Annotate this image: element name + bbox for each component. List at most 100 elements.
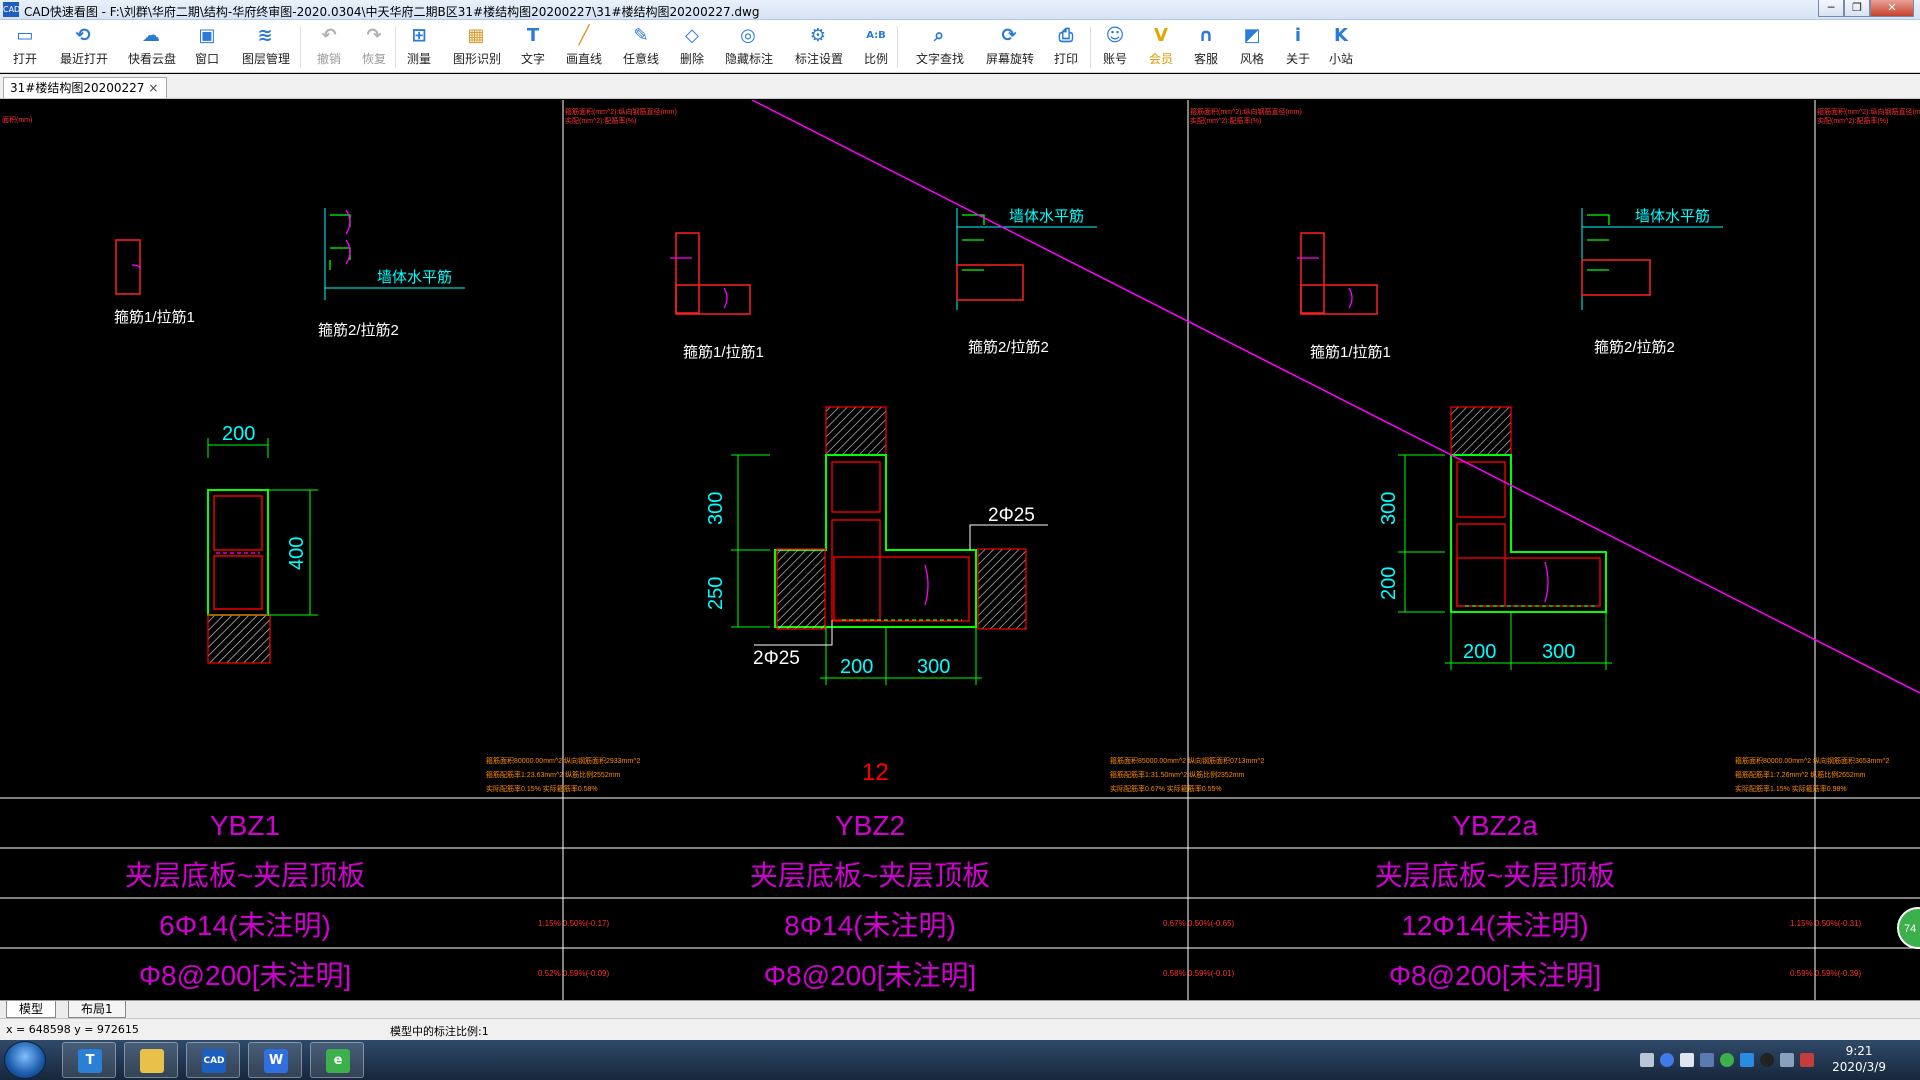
pencil-icon: ✎ <box>633 25 649 46</box>
wall-hatch <box>825 406 887 456</box>
column-note: 箍筋配筋率1:31.50mm^2 纵筋比例2352mm <box>1110 770 1245 779</box>
detail-number: 12 <box>862 759 889 786</box>
eye-hide-icon: ◎ <box>740 25 756 46</box>
column-note: 实际配筋率0.15% 实际箍筋率0.58% <box>486 784 598 793</box>
toolbar-account-label: 账号 <box>1102 52 1127 66</box>
toolbar-scale-button[interactable]: A:B 比例 <box>853 26 899 72</box>
toolbar-site-button[interactable]: K 小站 <box>1318 26 1364 72</box>
status-bar: x = 648598 y = 972615 模型中的标注比例:1 <box>0 1018 1920 1040</box>
drawn-line <box>751 100 1920 694</box>
close-button[interactable]: ✕ <box>1870 0 1914 17</box>
toolbar-window-label: 窗口 <box>194 52 219 66</box>
ratio-text: 0.52% 0.59%(-0.09) <box>538 969 609 978</box>
user-icon: ☺ <box>1105 25 1125 46</box>
taskbar-wps-app[interactable]: W <box>248 1042 302 1078</box>
dim-text: 200 <box>840 656 873 678</box>
ratio-text: 0.58% 0.59%(-0.01) <box>1163 969 1234 978</box>
maximize-button[interactable]: ❐ <box>1844 0 1870 17</box>
toolbar-layers-button[interactable]: ≋ 图层管理 <box>242 25 290 72</box>
dim-text: 300 <box>705 492 727 525</box>
column-note: 箍筋面积80000.00mm^2 纵向钢筋面积2933mm^2 <box>486 756 640 765</box>
keyboard-icon[interactable] <box>1640 1053 1654 1067</box>
layers-icon: ≋ <box>257 25 273 46</box>
toolbar-redo-button[interactable]: ↷ 恢复 <box>351 26 397 72</box>
toolbar-rotate-label: 屏幕旋转 <box>986 52 1035 66</box>
toolbar-undo-button[interactable]: ↶ 撤销 <box>306 26 352 72</box>
toolbar-textsearch-button[interactable]: ⌕ 文字查找 <box>916 26 965 72</box>
mark-settings-icon: ⚙ <box>809 25 827 46</box>
windows-taskbar: T CAD We 9:21 2020/3/9 <box>0 1040 1920 1080</box>
stirrup-icon <box>115 239 141 295</box>
toolbar-window-button[interactable]: ▣ 窗口 <box>184 26 230 72</box>
header-note: 实配(mm^2):配筋率(%) <box>1817 116 1888 125</box>
toolbar-delete-button[interactable]: ◇ 删除 <box>669 26 715 72</box>
stirrup-label-1: 箍筋1/拉筋1 <box>683 344 764 361</box>
rebar-label: 2Φ25 <box>753 648 800 669</box>
toolbar-recent-button[interactable]: ⟲ 最近打开 <box>60 25 109 72</box>
taskbar-browser-app[interactable]: e <box>310 1042 364 1078</box>
toolbar-text-button[interactable]: T 文字 <box>510 26 556 72</box>
vip-icon: V <box>1154 25 1168 46</box>
toolbar-freeline-button[interactable]: ✎ 任意线 <box>618 26 664 72</box>
security-icon[interactable] <box>1740 1053 1754 1067</box>
start-button[interactable] <box>4 1041 46 1079</box>
hoop-rebar: Φ8@200[未注明] <box>1389 960 1602 991</box>
tab-model[interactable]: 模型 <box>6 1001 57 1018</box>
dim-text: 250 <box>705 577 727 610</box>
window-title: CAD快速看图 - F:\刘群\华府二期\结构-华府终审图-2020.0304\… <box>24 5 760 19</box>
taskbar-cad-app[interactable]: CAD <box>186 1042 240 1078</box>
toolbar-separator <box>395 26 396 68</box>
qq-icon[interactable] <box>1760 1053 1774 1067</box>
toolbar-open-button[interactable]: ▭ 打开 <box>2 26 48 72</box>
document-tab[interactable]: 31#楼结构图20200227 × <box>3 77 168 98</box>
network-icon[interactable] <box>1680 1053 1694 1067</box>
header-note: 箍筋面积(mm^2):纵向钢筋直径(mm) <box>565 107 677 116</box>
cloud-icon: ☁ <box>142 25 160 46</box>
minimize-button[interactable]: ─ <box>1818 0 1844 17</box>
longitudinal-rebar: 6Φ14(未注明) <box>159 910 331 941</box>
hoop-rebar: Φ8@200[未注明] <box>139 960 352 991</box>
annotation-scale-text: 模型中的标注比例:1 <box>390 1025 489 1038</box>
toolbar-style-button[interactable]: ◩ 风格 <box>1229 26 1275 72</box>
drawing-canvas[interactable]: 面积(mm) 箍筋面积(mm^2):纵向钢筋直径(mm) 实配(mm^2):配筋… <box>0 100 1920 1000</box>
toolbar-account-button[interactable]: ☺ 账号 <box>1092 26 1138 72</box>
toolbar-rotate-button[interactable]: ⟳ 屏幕旋转 <box>986 26 1035 72</box>
toolbar-vip-button[interactable]: V 会员 <box>1138 26 1184 72</box>
arrow-up-icon[interactable] <box>1700 1053 1714 1067</box>
toolbar-service-button[interactable]: ∩ 客服 <box>1183 26 1229 72</box>
tab-close-icon[interactable]: × <box>148 81 158 95</box>
taskbar-text-app[interactable]: T <box>62 1042 116 1078</box>
tab-layout1[interactable]: 布局1 <box>68 1001 126 1018</box>
toolbar-cloud-button[interactable]: ☁ 快看云盘 <box>128 25 176 72</box>
right-note: 实际配筋率1.15% 实际箍筋率0.98% <box>1735 784 1847 793</box>
toolbar-line-button[interactable]: ╱ 画直线 <box>561 26 607 72</box>
volume-icon[interactable] <box>1800 1053 1814 1067</box>
toolbar-recognize-button[interactable]: ▦ 图形识别 <box>453 25 501 72</box>
document-tab-bar: 31#楼结构图20200227 × <box>0 74 1920 99</box>
longitudinal-rebar: 8Φ14(未注明) <box>784 910 956 941</box>
toolbar-style-label: 风格 <box>1239 52 1264 66</box>
folder-app-icon <box>140 1049 164 1073</box>
green-app-icon[interactable] <box>1720 1053 1734 1067</box>
wall-rebar-label: 墙体水平筋 <box>377 269 452 286</box>
toolbar-measure-button[interactable]: ⊞ 测量 <box>396 26 442 72</box>
ratio-text: 1.15% 0.50%(-0.31) <box>1790 919 1861 928</box>
taskbar-folder-app[interactable] <box>124 1042 178 1078</box>
toolbar-about-button[interactable]: i 关于 <box>1275 26 1321 72</box>
toolbar-textsearch-label: 文字查找 <box>916 52 965 66</box>
recent-icon: ⟲ <box>75 25 91 46</box>
cad-app-icon: CAD <box>202 1049 226 1073</box>
header-note: 实配(mm^2):配筋率(%) <box>565 116 636 125</box>
toolbar-service-label: 客服 <box>1193 52 1218 66</box>
floor-range: 夹层底板~夹层顶板 <box>1375 860 1615 891</box>
toolbar-marksettings-button[interactable]: ⚙ 标注设置 <box>795 25 843 72</box>
toolbar-recent-label: 最近打开 <box>60 52 109 66</box>
right-note: 箍筋面积80000.00mm^2 纵向钢筋面积3653mm^2 <box>1735 756 1889 765</box>
browser-app-icon: e <box>326 1049 350 1073</box>
display-icon[interactable] <box>1780 1053 1794 1067</box>
clock[interactable]: 9:21 2020/3/9 <box>1832 1043 1886 1075</box>
shape-recognize-icon: ▦ <box>467 25 485 46</box>
toolbar-print-button[interactable]: ⎙ 打印 <box>1043 26 1089 72</box>
help-icon[interactable] <box>1660 1053 1674 1067</box>
toolbar-hidemark-button[interactable]: ◎ 隐藏标注 <box>725 25 773 72</box>
